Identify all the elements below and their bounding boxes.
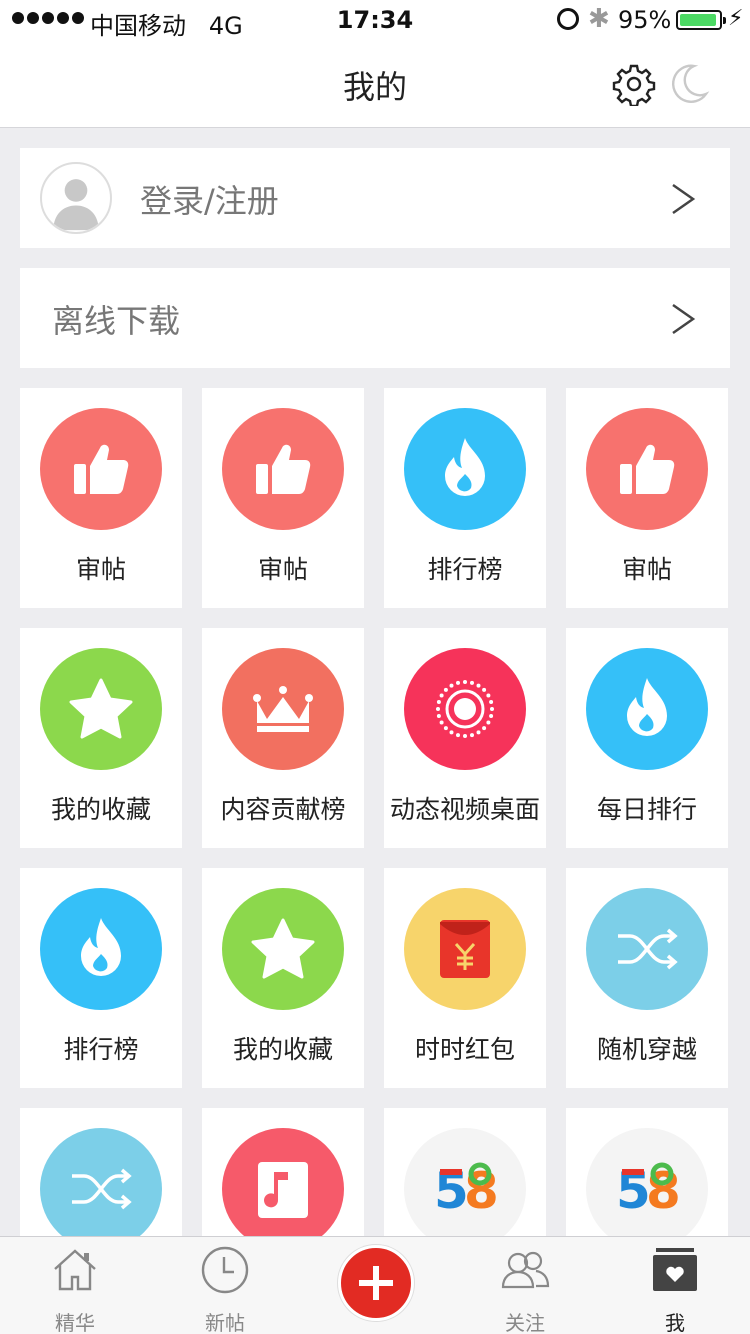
grid-item[interactable]	[20, 1108, 182, 1236]
grid-item[interactable]: 我的收藏	[20, 628, 182, 848]
flame-icon	[40, 888, 162, 1010]
crown-icon	[222, 648, 344, 770]
charging-icon: ⚡	[728, 6, 744, 31]
star-icon	[222, 888, 344, 1010]
grid-item[interactable]: 审帖	[202, 388, 364, 608]
chevron-right-icon	[672, 183, 696, 215]
grid-item[interactable]: 排行榜	[384, 388, 546, 608]
grid-item-label: 审帖	[257, 555, 308, 584]
red-envelope-icon	[404, 888, 526, 1010]
status-bar: 中国移动 4G 17:34 ✱ 95% ⚡	[0, 0, 750, 42]
grid-item-label: 每日排行	[596, 795, 697, 824]
grid-item-label: 审帖	[621, 555, 672, 584]
new-post-button[interactable]	[338, 1245, 414, 1321]
avatar	[40, 162, 112, 234]
flame-icon	[586, 648, 708, 770]
music-note-icon	[222, 1128, 344, 1236]
grid-item[interactable]: 58	[566, 1108, 728, 1236]
shuffle-icon	[586, 888, 708, 1010]
grid-item-label: 动态视频桌面	[389, 795, 540, 824]
grid-item[interactable]: 时时红包	[384, 868, 546, 1088]
grid-item[interactable]: 动态视频桌面	[384, 628, 546, 848]
grid-item-label: 内容贡献榜	[220, 795, 346, 824]
feature-grid: 审帖 审帖 排行榜 审帖 我的收藏 内容贡献榜 动态视频桌面 每日排行 排行榜 我的收藏 时时红包随…	[20, 388, 730, 1236]
grid-item-label: 审帖	[75, 555, 126, 584]
grid-item-label: 我的收藏	[50, 795, 151, 824]
login-row[interactable]: 登录/注册	[20, 148, 730, 248]
profile-box-icon	[653, 1248, 697, 1291]
grid-item[interactable]: 58	[384, 1108, 546, 1236]
tab-me[interactable]: 我	[600, 1237, 750, 1334]
friends-icon	[501, 1251, 550, 1289]
grid-item[interactable]: 审帖	[20, 388, 182, 608]
live-dot-icon	[404, 648, 526, 770]
flame-icon	[404, 408, 526, 530]
grid-item[interactable]: 每日排行	[566, 628, 728, 848]
grid-item[interactable]: 审帖	[566, 388, 728, 608]
home-icon	[54, 1249, 96, 1291]
offline-download-row[interactable]: 离线下载	[20, 268, 730, 368]
clock-icon	[201, 1246, 249, 1294]
thumbs-up-icon	[222, 408, 344, 530]
grid-item[interactable]: 排行榜	[20, 868, 182, 1088]
thumbs-up-icon	[40, 408, 162, 530]
thumbs-up-icon	[586, 408, 708, 530]
moon-icon[interactable]	[666, 62, 710, 106]
grid-item[interactable]: 我的收藏	[202, 868, 364, 1088]
logo-58-icon: 58	[586, 1128, 708, 1236]
grid-item-label: 时时红包	[414, 1035, 515, 1064]
grid-item[interactable]	[202, 1108, 364, 1236]
tab-new-posts[interactable]: 新帖	[150, 1237, 300, 1334]
nav-bar: 我的	[0, 42, 750, 128]
grid-item[interactable]: 内容贡献榜	[202, 628, 364, 848]
grid-item-label: 我的收藏	[232, 1035, 333, 1064]
grid-item-label: 随机穿越	[596, 1035, 697, 1064]
login-register-label: 登录/注册	[140, 182, 279, 220]
battery-icon	[676, 10, 726, 30]
offline-download-label: 离线下载	[52, 302, 181, 340]
gear-icon[interactable]	[612, 62, 656, 106]
bluetooth-icon: ✱	[588, 4, 610, 34]
tab-bar: 精华 新帖 关注 我	[0, 1236, 750, 1334]
grid-item-label: 排行榜	[63, 1035, 139, 1064]
grid-item-label: 排行榜	[427, 555, 503, 584]
battery-percent: 95%	[618, 6, 672, 34]
star-icon	[40, 648, 162, 770]
shuffle-icon	[40, 1128, 162, 1236]
tab-jinghua[interactable]: 精华	[0, 1237, 150, 1334]
chevron-right-icon	[672, 303, 696, 335]
alarm-icon	[557, 8, 579, 30]
default-avatar-icon	[53, 179, 99, 231]
tab-follow[interactable]: 关注	[450, 1237, 600, 1334]
grid-item[interactable]: 随机穿越	[566, 868, 728, 1088]
logo-58-icon: 58	[404, 1128, 526, 1236]
